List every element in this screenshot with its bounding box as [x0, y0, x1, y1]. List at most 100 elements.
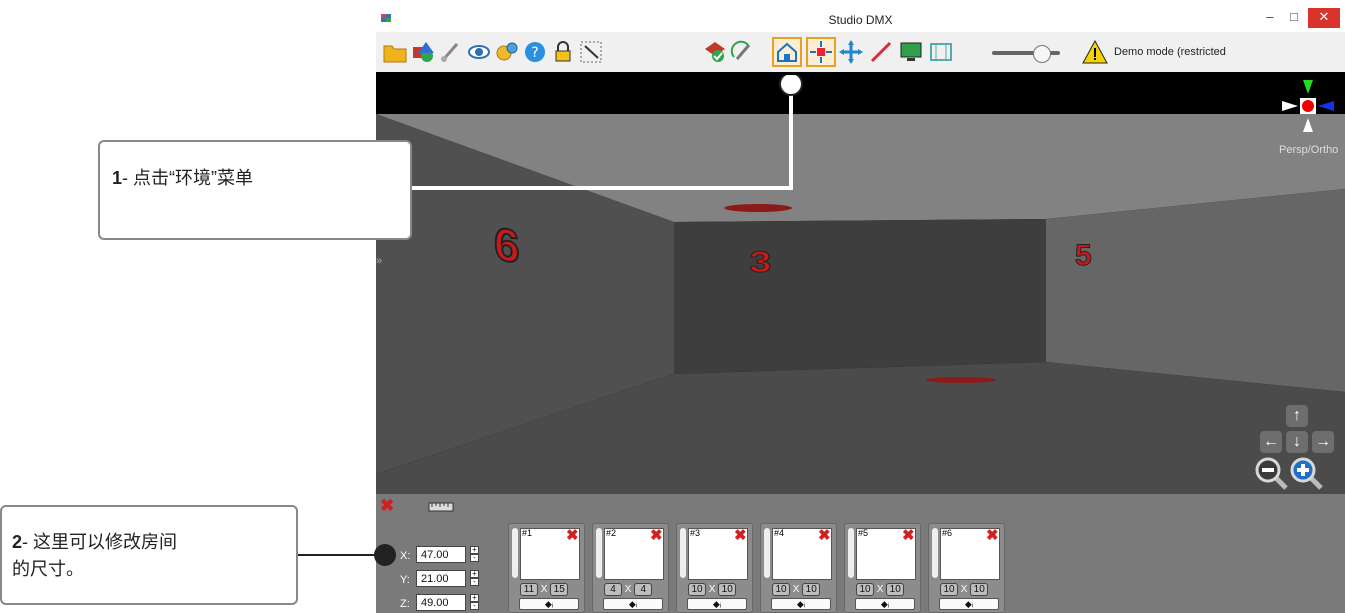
wall-size-separator: X: [960, 584, 968, 595]
callout-2-text-line2: 的尺寸。: [12, 559, 84, 579]
wall-size: 4 X 4: [604, 583, 653, 596]
move-icon[interactable]: [838, 39, 864, 65]
room-panel: ✖ X: 47.00 + - Y: 21.00 + - Z: 49.00 + -…: [376, 494, 1345, 613]
delete-wall-icon[interactable]: ✖: [734, 526, 747, 544]
wall-size-separator: X: [876, 584, 884, 595]
z-stepper[interactable]: + -: [470, 594, 479, 611]
y-label: Y:: [400, 574, 410, 586]
wall-height-field[interactable]: 10: [886, 583, 905, 596]
wall-card-scrollbar[interactable]: [680, 528, 686, 578]
x-decrement-button[interactable]: -: [470, 554, 479, 562]
eye-icon[interactable]: [466, 39, 492, 65]
rotate-icon[interactable]: [730, 39, 756, 65]
film-icon[interactable]: [928, 39, 954, 65]
paint-bucket-button[interactable]: ◆ᵢ: [771, 598, 831, 610]
z-label: Z:: [400, 598, 410, 610]
wall-height-field[interactable]: 4: [634, 583, 653, 596]
wall-width-field[interactable]: 4: [604, 583, 622, 596]
check-icon[interactable]: [702, 39, 728, 65]
fixtures-icon[interactable]: [806, 37, 836, 67]
wall-card[interactable]: #6 ✖ 10 X 10 ◆ᵢ: [928, 523, 1005, 613]
paint-bucket-button[interactable]: ◆ᵢ: [603, 598, 663, 610]
wall-size: 10 X 10: [772, 583, 821, 596]
wall-card-scrollbar[interactable]: [848, 528, 854, 578]
minimize-button[interactable]: –: [1258, 8, 1282, 28]
wall-size-separator: X: [540, 584, 548, 595]
wall-card[interactable]: #5 ✖ 10 X 10 ◆ᵢ: [844, 523, 921, 613]
pan-right-icon[interactable]: →: [1312, 431, 1334, 453]
wall-size-separator: X: [792, 584, 800, 595]
zoom-slider-thumb[interactable]: [1033, 45, 1051, 63]
wall-size: 10 X 10: [856, 583, 905, 596]
wall-card-scrollbar[interactable]: [512, 528, 518, 578]
wall-card[interactable]: #1 ✖ 11 X 15 ◆ᵢ: [508, 523, 585, 613]
y-decrement-button[interactable]: -: [470, 578, 479, 586]
expand-sidebar-icon[interactable]: »: [376, 255, 384, 271]
wall-card[interactable]: #3 ✖ 10 X 10 ◆ᵢ: [676, 523, 753, 613]
paint-bucket-button[interactable]: ◆ᵢ: [519, 598, 579, 610]
orientation-gizmo-icon[interactable]: [1276, 76, 1336, 136]
paint-bucket-icon: ◆ᵢ: [712, 599, 722, 609]
wall-width-field[interactable]: 10: [688, 583, 706, 596]
wall-width-field[interactable]: 10: [940, 583, 958, 596]
zoom-in-icon[interactable]: [1290, 457, 1324, 491]
y-stepper[interactable]: + -: [470, 570, 479, 587]
delete-wall-icon[interactable]: ✖: [566, 526, 579, 544]
maximize-button[interactable]: □: [1282, 8, 1306, 28]
paint-bucket-icon: ◆ᵢ: [964, 599, 974, 609]
delete-wall-icon[interactable]: ✖: [902, 526, 915, 544]
title-bar: Studio DMX – □ ✕: [376, 8, 1345, 32]
toolbar: ? Demo mode (restricted: [376, 32, 1345, 72]
svg-text:?: ?: [531, 45, 538, 61]
environment-icon[interactable]: [772, 37, 802, 67]
demo-mode-text: Demo mode (restricted: [1114, 46, 1226, 58]
settings-icon[interactable]: [494, 39, 520, 65]
paint-bucket-icon: ◆ᵢ: [880, 599, 890, 609]
monitor-icon[interactable]: [898, 39, 924, 65]
callout-2: 2- 这里可以修改房间 的尺寸。: [0, 505, 298, 605]
wall-card-scrollbar[interactable]: [596, 528, 602, 578]
wall-label: #6: [942, 528, 953, 538]
wall-card[interactable]: #4 ✖ 10 X 10 ◆ᵢ: [760, 523, 837, 613]
pan-down-icon[interactable]: ↓: [1286, 431, 1308, 453]
paint-bucket-button[interactable]: ◆ᵢ: [855, 598, 915, 610]
callout-1-text: - 点击“环境”菜单: [122, 168, 253, 188]
wall-height-field[interactable]: 10: [802, 583, 821, 596]
paint-bucket-button[interactable]: ◆ᵢ: [687, 598, 747, 610]
wall-number-6: 6: [493, 215, 521, 274]
callout-2-connector: [296, 544, 396, 566]
wall-label: #4: [774, 528, 785, 538]
room-depth-input[interactable]: 49.00: [416, 594, 466, 611]
wall-size-separator: X: [708, 584, 716, 595]
wall-card[interactable]: #2 ✖ 4 X 4 ◆ᵢ: [592, 523, 669, 613]
brush-icon[interactable]: [438, 39, 464, 65]
delete-wall-icon[interactable]: ✖: [986, 526, 999, 544]
room-height-input[interactable]: 21.00: [416, 570, 466, 587]
lock-icon[interactable]: [550, 39, 576, 65]
cursor-icon[interactable]: [578, 39, 604, 65]
close-button[interactable]: ✕: [1308, 8, 1340, 28]
room-width-input[interactable]: 47.00: [416, 546, 466, 563]
objects-icon[interactable]: [410, 39, 436, 65]
zoom-out-icon[interactable]: [1255, 457, 1289, 491]
wall-width-field[interactable]: 10: [856, 583, 874, 596]
wall-height-field[interactable]: 15: [550, 583, 569, 596]
wall-card-scrollbar[interactable]: [932, 528, 938, 578]
help-icon[interactable]: ?: [522, 39, 548, 65]
wall-card-scrollbar[interactable]: [764, 528, 770, 578]
delete-room-icon[interactable]: ✖: [380, 496, 394, 516]
pan-up-icon[interactable]: ↑: [1286, 405, 1308, 427]
delete-wall-icon[interactable]: ✖: [650, 526, 663, 544]
persp-ortho-toggle[interactable]: Persp/Ortho: [1279, 144, 1338, 156]
wall-height-field[interactable]: 10: [970, 583, 989, 596]
wall-height-field[interactable]: 10: [718, 583, 737, 596]
beam-icon[interactable]: [868, 39, 894, 65]
wall-width-field[interactable]: 11: [520, 583, 538, 596]
folder-icon[interactable]: [382, 39, 408, 65]
x-stepper[interactable]: + -: [470, 546, 479, 563]
paint-bucket-button[interactable]: ◆ᵢ: [939, 598, 999, 610]
pan-left-icon[interactable]: ←: [1260, 431, 1282, 453]
z-decrement-button[interactable]: -: [470, 602, 479, 610]
delete-wall-icon[interactable]: ✖: [818, 526, 831, 544]
wall-width-field[interactable]: 10: [772, 583, 790, 596]
